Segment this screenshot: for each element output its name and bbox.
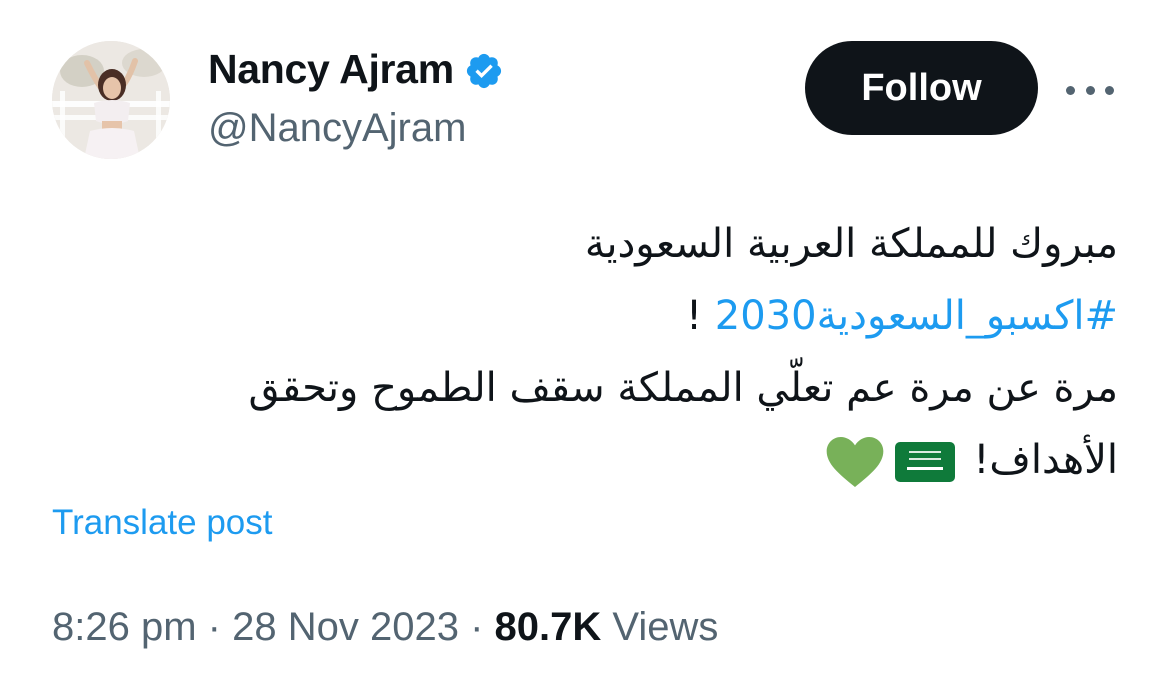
tweet-line-4: الأهداف! [52, 424, 1118, 496]
tweet-line-3: مرة عن مرة عم تعلّي المملكة سقف الطموح و… [248, 365, 1118, 411]
tweet-post: Nancy Ajram @NancyAjram Follow مبروك للم… [0, 0, 1170, 683]
views-label: Views [612, 605, 719, 649]
tweet-line-4-text: الأهداف! [973, 437, 1118, 483]
exclamation-text: ! [686, 293, 715, 339]
profile-photo-icon [52, 41, 170, 159]
hashtag-link[interactable]: #اكسبو_السعودية2030 [715, 293, 1118, 339]
tweet-line-1: مبروك للمملكة العربية السعودية [584, 221, 1118, 267]
post-meta: 8:26 pm · 28 Nov 2023 · 80.7K Views [52, 605, 718, 650]
green-heart-icon [826, 437, 883, 487]
tweet-text: مبروك للمملكة العربية السعودية #اكسبو_ال… [52, 208, 1118, 496]
translate-post-link[interactable]: Translate post [52, 503, 272, 543]
views-count: 80.7K [494, 605, 602, 649]
author-handle[interactable]: @NancyAjram [208, 106, 466, 151]
post-time[interactable]: 8:26 pm [52, 605, 197, 649]
saudi-flag-icon [894, 442, 955, 482]
display-name[interactable]: Nancy Ajram [208, 46, 454, 93]
follow-button[interactable]: Follow [805, 41, 1038, 135]
separator: · [207, 605, 221, 649]
separator: · [470, 605, 484, 649]
tweet-line-2: #اكسبو_السعودية2030 ! [52, 280, 1118, 352]
dot [1105, 85, 1114, 95]
post-date[interactable]: 28 Nov 2023 [232, 605, 459, 649]
avatar[interactable] [52, 41, 170, 159]
dot [1066, 85, 1075, 95]
dot [1085, 85, 1095, 95]
more-options-icon[interactable] [1066, 70, 1114, 110]
author-name-row[interactable]: Nancy Ajram [208, 46, 504, 93]
verified-badge-icon[interactable] [464, 51, 504, 91]
